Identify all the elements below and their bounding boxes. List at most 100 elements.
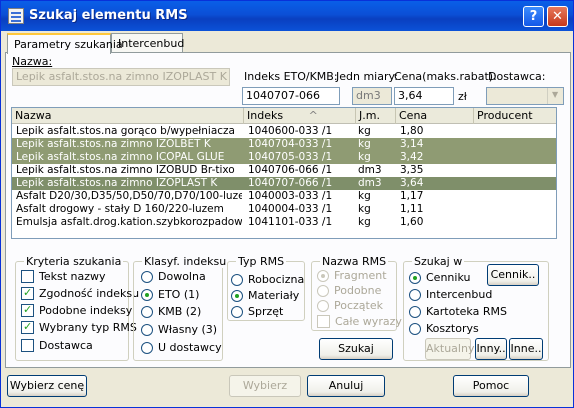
choose-button[interactable]: Wybierz (229, 375, 301, 397)
choose-price-button[interactable]: Wybierz cenę (7, 375, 87, 397)
index-class-title: Klasyf. indeksu (142, 255, 229, 268)
rms-name-title: Nazwa RMS (320, 255, 389, 268)
rms-name-beginning[interactable]: Początek (317, 299, 383, 313)
checkbox-icon[interactable] (21, 270, 34, 283)
column-header-index[interactable]: Indeks ^ (244, 108, 356, 124)
rms-type-equipment[interactable]: Sprzęt (231, 305, 283, 319)
criteria-index-match[interactable]: Zgodność indeksu (21, 286, 139, 301)
radio-selected-icon[interactable] (317, 270, 329, 282)
table-row[interactable]: Emulsja asfalt.drog.kation.szybkorozpado… (12, 216, 556, 229)
radio-icon[interactable] (317, 300, 329, 312)
radio-icon[interactable] (231, 274, 243, 286)
column-header-producer[interactable]: Producent (474, 108, 556, 124)
criteria-rms-type[interactable]: Wybrany typ RMS (21, 320, 137, 335)
cell-unit: kg (358, 190, 371, 202)
table-row[interactable]: Lepik asfalt.stos.na zimno IZOPLAST K 104… (12, 177, 556, 190)
radio-icon[interactable] (231, 306, 243, 318)
radio-icon[interactable] (141, 271, 153, 283)
search-in-intercenbud[interactable]: Intercenbud (409, 288, 492, 302)
search-in-cost-estimate[interactable]: Kosztorys (409, 322, 479, 336)
table-row[interactable]: Lepik asfalt.stos.na zimno IZOLBET K 1040… (12, 138, 556, 151)
other-button[interactable]: Inny.. (475, 338, 507, 360)
checkbox-icon[interactable] (317, 315, 330, 328)
rms-name-fragment[interactable]: Fragment (317, 269, 387, 283)
checkbox-checked-icon[interactable] (21, 286, 34, 300)
radio-icon[interactable] (409, 306, 421, 318)
radio-icon[interactable] (141, 324, 153, 336)
radio-icon[interactable] (317, 285, 329, 297)
results-table[interactable]: Nazwa Indeks ^ J.m. Cena Producent Lepik… (11, 107, 557, 239)
cell-price: 3,42 (400, 151, 424, 163)
criteria-text-name[interactable]: Tekst nazwy (21, 270, 106, 284)
radio-icon[interactable] (141, 306, 153, 318)
price-input[interactable]: 3,64 (394, 87, 454, 105)
cell-price: 1,11 (400, 203, 424, 215)
criteria-supplier[interactable]: Dostawca (21, 339, 93, 353)
tab-search-params[interactable]: Parametry szukania (7, 33, 123, 54)
index-class-supplier[interactable]: U dostawcy (141, 341, 222, 355)
supplier-label: Dostawca: (488, 70, 546, 83)
index-input[interactable]: 1040707-066 (242, 87, 340, 105)
cell-index: 1040704-033 /1 (248, 138, 333, 150)
cell-unit: kg (358, 216, 371, 228)
criteria-title: Kryteria szukania (24, 255, 124, 268)
help-footer-button[interactable]: Pomoc (453, 375, 529, 397)
cell-price: 1,17 (400, 190, 424, 202)
cell-index: 1040600-033 /1 (248, 125, 333, 137)
cell-name: Asfalt D20/30,D35/50,D50/70,D70/100-luze… (16, 190, 242, 202)
unit-field: dm3 (352, 87, 392, 105)
criteria-similar-index[interactable]: Podobne indeksy (21, 303, 132, 318)
price-list-button[interactable]: Cennik.. (487, 264, 539, 286)
column-header-unit[interactable]: J.m. (356, 108, 396, 124)
sort-icon: ^ (308, 109, 318, 122)
current-button[interactable]: Aktualny (425, 338, 474, 360)
column-header-name[interactable]: Nazwa (12, 108, 244, 124)
index-class-eto[interactable]: ETO (1) (141, 288, 199, 302)
supplier-dropdown[interactable] (486, 87, 564, 105)
radio-icon[interactable] (141, 342, 153, 354)
cell-name: Lepik asfalt.stos.na gorąco b/wypełniacz… (16, 125, 235, 137)
checkbox-checked-icon[interactable] (21, 320, 34, 334)
name-field[interactable]: Lepik asfalt.stos.na zimno IZOPLAST K (12, 68, 230, 86)
help-button[interactable]: ? (523, 6, 544, 27)
checkbox-checked-icon[interactable] (21, 303, 34, 317)
table-row[interactable]: Asfalt drogowy - stały D 160/220-luzem 10… (12, 203, 556, 216)
cancel-button[interactable]: Anuluj (307, 375, 385, 397)
cell-name: Lepik asfalt.stos.na zimno IZOPLAST K (16, 177, 218, 189)
radio-selected-icon[interactable] (231, 290, 243, 302)
radio-icon[interactable] (409, 323, 421, 335)
rms-name-whole-words[interactable]: Całe wyrazy (317, 315, 402, 329)
table-row[interactable]: Lepik asfalt.stos.na gorąco b/wypełniacz… (12, 125, 556, 138)
radio-selected-icon[interactable] (141, 289, 153, 301)
cell-index: 1040706-066 /1 (248, 164, 333, 176)
name-label: Nazwa: (12, 55, 53, 68)
rms-name-similar[interactable]: Podobne (317, 284, 381, 298)
rms-type-materials[interactable]: Materiały (231, 289, 299, 303)
search-in-rms-file[interactable]: Kartoteka RMS (409, 305, 507, 319)
cell-index: 1040707-066 /1 (248, 177, 333, 189)
cell-unit: dm3 (358, 177, 382, 189)
table-row[interactable]: Asfalt D20/30,D35/50,D50/70,D70/100-luze… (12, 190, 556, 203)
chevron-down-icon[interactable] (547, 88, 563, 104)
close-button[interactable]: ✕ (547, 6, 568, 27)
cell-name: Lepik asfalt.stos.na zimno IZOLBET K (16, 138, 211, 150)
rms-type-labour[interactable]: Robocizna (231, 273, 304, 287)
window-title: Szukaj elementu RMS (29, 8, 188, 23)
cell-unit: dm3 (358, 164, 382, 176)
checkbox-icon[interactable] (21, 339, 34, 352)
search-button[interactable]: Szukaj (319, 338, 393, 360)
column-header-price[interactable]: Cena (396, 108, 474, 124)
radio-icon[interactable] (409, 289, 421, 301)
index-class-own[interactable]: Własny (3) (141, 323, 217, 337)
title-bar[interactable]: Szukaj elementu RMS ? ✕ (1, 1, 573, 31)
index-class-any[interactable]: Dowolna (141, 270, 206, 284)
index-class-kmb[interactable]: KMB (2) (141, 305, 201, 319)
others-button[interactable]: Inne.. (509, 338, 543, 360)
radio-selected-icon[interactable] (409, 272, 421, 284)
table-row[interactable]: Lepik asfalt.stos.na zimno ICOPAL GLUE 10… (12, 151, 556, 164)
search-in-price-list[interactable]: Cenniku (409, 271, 470, 285)
cell-name: Asfalt drogowy - stały D 160/220-luzem (16, 203, 224, 215)
cell-price: 3,14 (400, 138, 424, 150)
index-label: Indeks ETO/KMB: (244, 70, 338, 83)
table-row[interactable]: Lepik asfalt.stos.na zimno IZOBUD Br-tix… (12, 164, 556, 177)
